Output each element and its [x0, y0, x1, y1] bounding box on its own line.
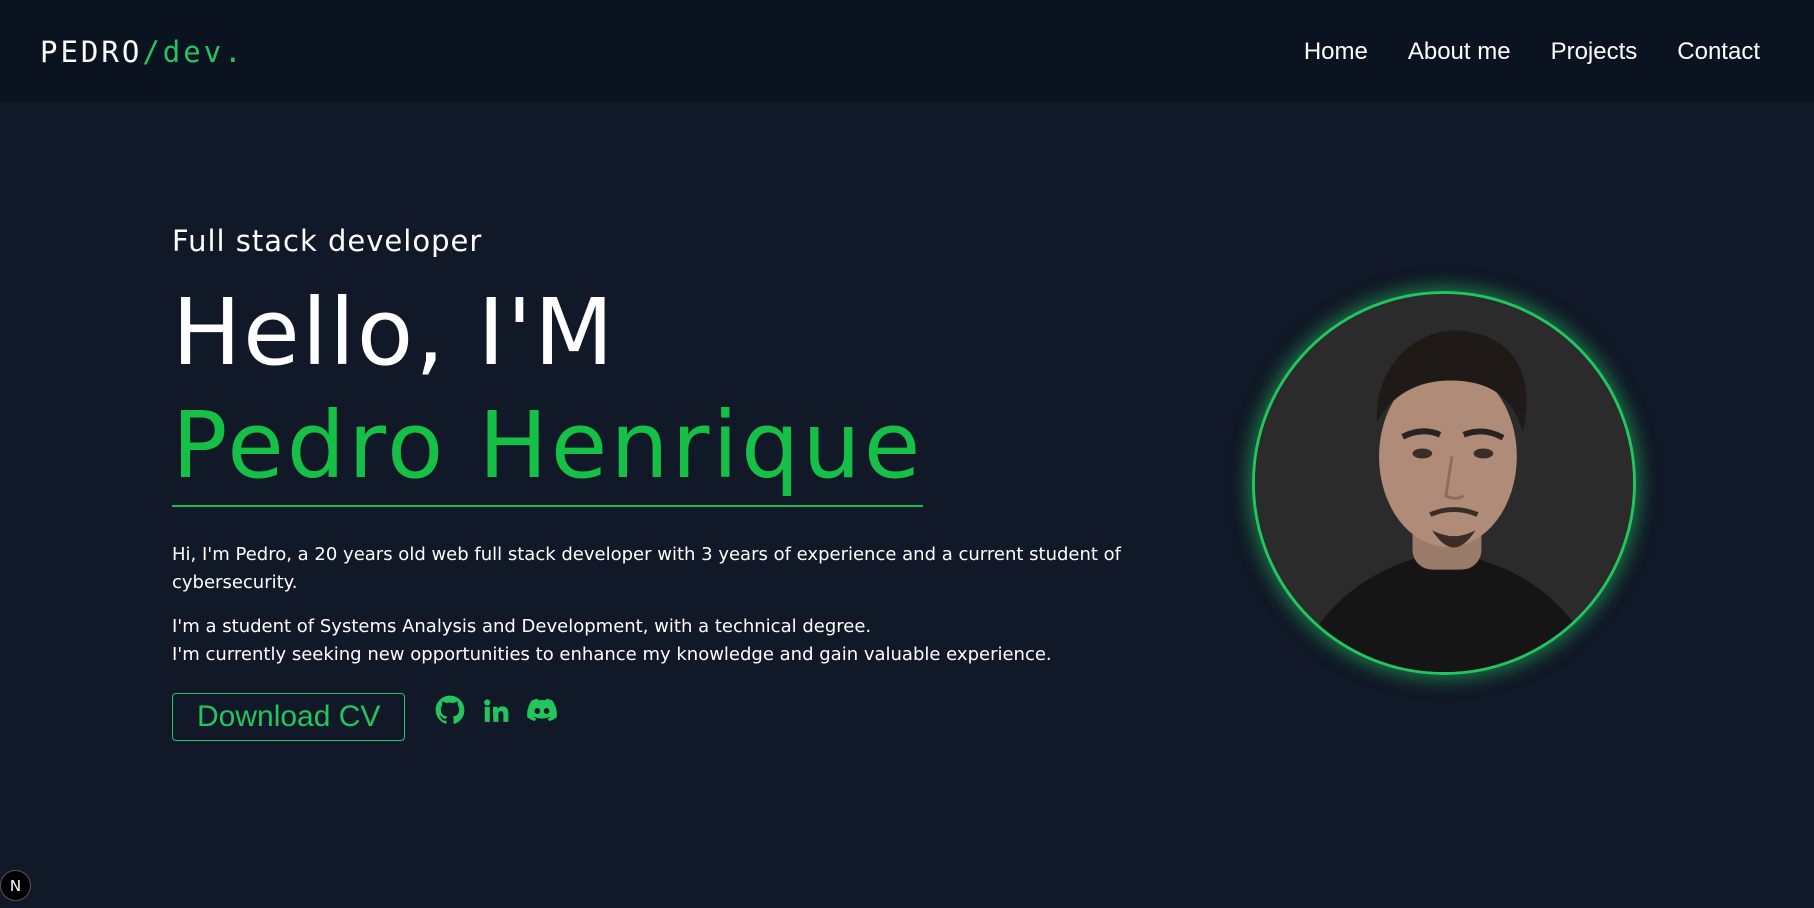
- nextjs-dev-badge[interactable]: N: [0, 870, 31, 901]
- logo-main: PEDRO: [40, 34, 143, 69]
- hero-actions: Download CV: [172, 693, 1132, 742]
- hero-greeting: Hello, I'M: [172, 279, 616, 386]
- hero-bio: Hi, I'm Pedro, a 20 years old web full s…: [172, 541, 1132, 669]
- profile-photo: [1252, 291, 1636, 675]
- bio-line-2: I'm a student of Systems Analysis and De…: [172, 616, 872, 638]
- hero-name: Pedro Henrique: [172, 388, 924, 508]
- linkedin-icon[interactable]: [481, 695, 511, 725]
- main-nav: Home About me Projects Contact: [1304, 38, 1774, 66]
- logo-accent: /dev.: [142, 34, 245, 69]
- site-logo[interactable]: PEDRO/dev.: [40, 35, 245, 69]
- navbar: PEDRO/dev. Home About me Projects Contac…: [0, 0, 1814, 103]
- bio-paragraph-1: Hi, I'm Pedro, a 20 years old web full s…: [172, 544, 1122, 594]
- discord-icon[interactable]: [527, 695, 558, 725]
- nav-home[interactable]: Home: [1304, 38, 1368, 66]
- hero-section: Full stack developer Hello, I'M Pedro He…: [172, 224, 1132, 742]
- nav-about-me[interactable]: About me: [1408, 38, 1511, 66]
- nav-contact[interactable]: Contact: [1677, 38, 1760, 66]
- social-links: [435, 693, 558, 725]
- nav-projects[interactable]: Projects: [1551, 38, 1638, 66]
- download-cv-button[interactable]: Download CV: [172, 693, 406, 742]
- bio-line-3: I'm currently seeking new opportunities …: [172, 644, 1052, 666]
- hero-subtitle: Full stack developer: [172, 224, 483, 258]
- github-icon[interactable]: [435, 695, 465, 725]
- bio-paragraph-2: I'm a student of Systems Analysis and De…: [172, 613, 1132, 669]
